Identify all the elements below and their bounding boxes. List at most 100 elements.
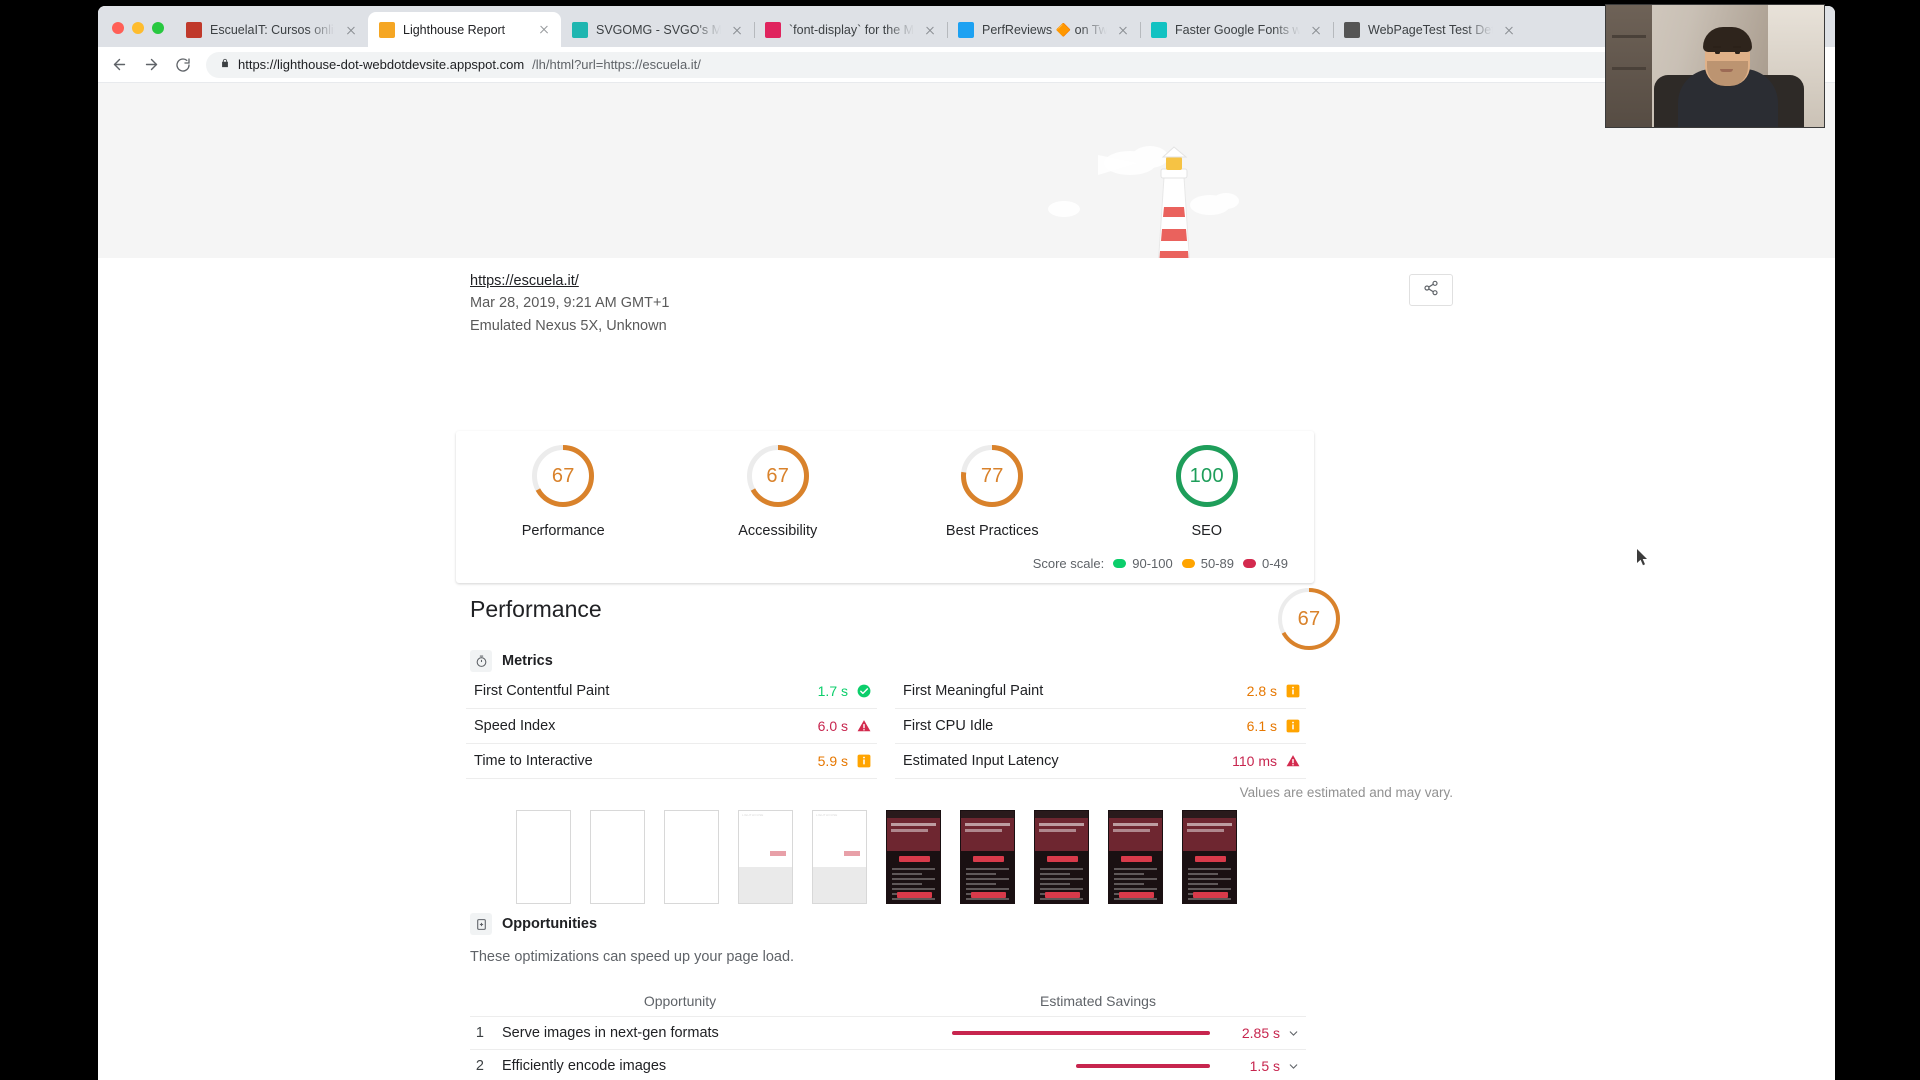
estimate-note: Values are estimated and may vary. — [1239, 785, 1453, 800]
url-origin: https://lighthouse-dot-webdotdevsite.app… — [238, 57, 525, 72]
legend-item-low: 0-49 — [1242, 556, 1288, 571]
forward-button[interactable] — [136, 50, 166, 80]
browser-tab-2[interactable]: SVGOMG - SVGO's Missing GU — [561, 13, 754, 47]
window-controls[interactable] — [106, 22, 175, 47]
tab-close-icon[interactable] — [1308, 22, 1324, 38]
gauge-value: 67 — [551, 464, 575, 487]
report-timestamp: Mar 28, 2019, 9:21 AM GMT+1 — [470, 295, 670, 312]
table-row[interactable]: 2 Efficiently encode images 1.5 s — [470, 1050, 1306, 1079]
savings-bar-wrap — [902, 1031, 1214, 1035]
report-hero — [98, 83, 1835, 258]
check-circle-icon — [857, 684, 871, 698]
gauge-label: Performance — [521, 523, 605, 539]
chevron-down-icon[interactable] — [1280, 1027, 1306, 1040]
tabs-container: EscuelaIT: Cursos online de De Lighthouse… — [175, 12, 1835, 47]
metric-row[interactable]: Speed Index 6.0 s — [466, 709, 877, 744]
column-header-savings: Estimated Savings — [1040, 992, 1156, 1009]
tab-title: PerfReviews 🔶 on Twitter: "S — [982, 22, 1107, 37]
url-path: /lh/html?url=https://escuela.it/ — [532, 57, 701, 72]
filmstrip-frame — [590, 810, 645, 904]
opportunity-icon — [470, 913, 492, 935]
score-scale-legend: Score scale: 90-100 50-89 0-49 — [1033, 556, 1288, 571]
browser-tab-0[interactable]: EscuelaIT: Cursos online de De — [175, 13, 368, 47]
score-gauge-seo[interactable]: 100 SEO — [1100, 445, 1315, 539]
score-gauge-best-practices[interactable]: 77 Best Practices — [885, 445, 1100, 539]
back-button[interactable] — [104, 50, 134, 80]
tab-close-icon[interactable] — [343, 22, 359, 38]
tab-close-icon[interactable] — [536, 22, 552, 38]
info-square-icon — [1286, 684, 1300, 698]
filmstrip-frame — [886, 810, 941, 904]
webcam-person-mouth — [1720, 69, 1733, 72]
tab-title: `font-display` for the Masses — [789, 23, 914, 37]
browser-tab-1[interactable]: Lighthouse Report — [368, 12, 561, 47]
score-scale-label: Score scale: — [1032, 556, 1105, 571]
savings-bar-wrap — [902, 1064, 1214, 1068]
filmstrip-frame — [1034, 810, 1089, 904]
share-button[interactable] — [1409, 274, 1453, 306]
score-gauge-performance[interactable]: 67 Performance — [456, 445, 671, 539]
tab-close-icon[interactable] — [922, 22, 938, 38]
tab-close-icon[interactable] — [1501, 22, 1517, 38]
tab-close-icon[interactable] — [729, 22, 745, 38]
metrics-heading: Metrics — [470, 650, 553, 672]
info-square-icon — [857, 754, 871, 768]
browser-tab-6[interactable]: WebPageTest Test Det — [1333, 13, 1526, 47]
gauge-value: 67 — [766, 464, 790, 487]
chevron-down-icon[interactable] — [1280, 1060, 1306, 1073]
filmstrip: LIGHTHOUSE LIGHTHOUSE — [516, 810, 1237, 904]
browser-tab-4[interactable]: PerfReviews 🔶 on Twitter: "S — [947, 13, 1140, 47]
webcam-person-brow-right — [1733, 46, 1741, 48]
opportunity-savings: 1.5 s — [1249, 1058, 1280, 1074]
metric-value: 6.0 s — [817, 718, 848, 734]
browser-window: EscuelaIT: Cursos online de De Lighthouse… — [98, 6, 1835, 1080]
page-title: Performance — [470, 596, 602, 622]
report-url-link[interactable]: https://escuela.it/ — [470, 270, 579, 292]
metrics-heading-label: Metrics — [502, 653, 553, 669]
address-bar[interactable]: https://lighthouse-dot-webdotdevsite.app… — [206, 51, 1823, 78]
metric-row[interactable]: First Contentful Paint 1.7 s — [466, 674, 877, 709]
metric-value: 6.1 s — [1246, 718, 1277, 734]
metric-row[interactable]: Time to Interactive 5.9 s — [466, 744, 877, 779]
opportunities-table: Opportunity Estimated Savings 1 Serve ima… — [470, 985, 1306, 1079]
metric-row[interactable]: Estimated Input Latency 110 ms — [895, 744, 1306, 779]
legend-item-high: 90-100 — [1113, 556, 1173, 571]
report-device: Emulated Nexus 5X, Unknown — [470, 317, 667, 334]
filmstrip-frame — [960, 810, 1015, 904]
opportunity-savings: 2.85 s — [1241, 1025, 1280, 1041]
opportunity-name: Serve images in next-gen formats — [502, 1025, 719, 1041]
webcam-video-overlay[interactable] — [1605, 4, 1825, 128]
lock-icon — [220, 57, 230, 72]
filmstrip-frame — [1182, 810, 1237, 904]
metric-row[interactable]: First CPU Idle 6.1 s — [895, 709, 1306, 744]
zoom-window-button[interactable] — [152, 22, 164, 34]
metric-value: 110 ms — [1232, 753, 1277, 769]
filmstrip-frame: LIGHTHOUSE — [738, 810, 793, 904]
tab-strip: EscuelaIT: Cursos online de De Lighthouse… — [98, 6, 1835, 47]
browser-tab-5[interactable]: Faster Google Fonts with Prec — [1140, 13, 1333, 47]
report-meta: https://escuela.it/ Mar 28, 2019, 9:21 A… — [470, 270, 669, 337]
metric-name: First CPU Idle — [903, 718, 994, 734]
webcam-shelf-unit — [1606, 5, 1652, 127]
metric-row[interactable]: First Meaningful Paint 2.8 s — [895, 674, 1306, 709]
opportunities-table-header: Opportunity Estimated Savings — [470, 985, 1306, 1017]
filmstrip-frame — [1108, 810, 1163, 904]
legend-label-low: 0-49 — [1261, 556, 1288, 571]
reload-button[interactable] — [168, 50, 198, 80]
gauge: 67 — [746, 445, 809, 507]
minimize-window-button[interactable] — [132, 22, 144, 34]
legend-label-mid: 50-89 — [1200, 556, 1234, 571]
browser-tab-3[interactable]: `font-display` for the Masses — [754, 13, 947, 47]
tab-favicon-icon — [765, 22, 781, 38]
tab-title: EscuelaIT: Cursos online de De — [210, 23, 335, 37]
table-row[interactable]: 1 Serve images in next-gen formats 2.85 s — [470, 1017, 1306, 1050]
score-gauge-accessibility[interactable]: 67 Accessibility — [671, 445, 886, 539]
tab-title: Lighthouse Report — [403, 22, 506, 37]
performance-score-gauge: 67 — [1278, 588, 1340, 650]
page-viewport: https://escuela.it/ Mar 28, 2019, 9:21 A… — [98, 83, 1835, 1079]
tab-close-icon[interactable] — [1115, 22, 1131, 38]
gauge-value: 67 — [1297, 607, 1321, 630]
warning-triangle-icon — [1286, 754, 1300, 768]
savings-bar — [1076, 1064, 1210, 1068]
close-window-button[interactable] — [112, 22, 124, 34]
